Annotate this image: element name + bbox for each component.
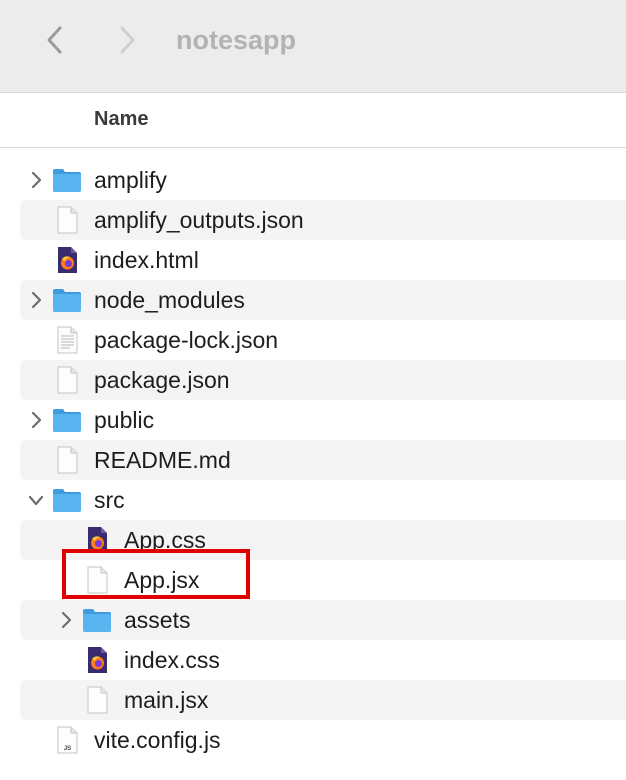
file-row[interactable]: App.css <box>20 520 626 560</box>
file-name: public <box>94 407 155 433</box>
toolbar: notesapp <box>0 0 626 93</box>
document-icon <box>52 366 82 394</box>
folder-icon <box>52 286 82 314</box>
file-row[interactable]: README.md <box>20 440 626 480</box>
file-row[interactable]: package-lock.json <box>0 320 626 360</box>
file-row[interactable]: App.jsx <box>0 560 626 600</box>
folder-row[interactable]: node_modules <box>20 280 626 320</box>
file-name: amplify <box>94 167 167 193</box>
folder-row[interactable]: assets <box>20 600 626 640</box>
folder-row[interactable]: src <box>0 480 626 520</box>
document-icon <box>82 566 112 594</box>
file-name: amplify_outputs.json <box>94 207 304 233</box>
folder-icon <box>82 606 112 634</box>
document-icon <box>52 446 82 474</box>
file-row[interactable]: index.html <box>0 240 626 280</box>
file-name: index.html <box>94 247 199 273</box>
chevron-right-icon[interactable] <box>29 291 43 309</box>
folder-row[interactable]: public <box>0 400 626 440</box>
file-row[interactable]: index.css <box>0 640 626 680</box>
folder-icon <box>52 406 82 434</box>
file-name: package-lock.json <box>94 327 279 353</box>
window-title: notesapp <box>176 25 297 55</box>
file-name: assets <box>124 607 191 633</box>
file-name: App.css <box>124 527 206 553</box>
file-row[interactable]: JS vite.config.js <box>0 720 626 760</box>
js-badge: JS <box>64 746 71 752</box>
chevron-right-icon[interactable] <box>29 411 43 429</box>
firefox-document-icon <box>52 246 82 274</box>
file-name: App.jsx <box>124 567 200 593</box>
file-row[interactable]: package.json <box>20 360 626 400</box>
file-row[interactable]: main.jsx <box>20 680 626 720</box>
folder-icon <box>52 486 82 514</box>
text-document-icon <box>52 326 82 354</box>
file-name: main.jsx <box>124 687 209 713</box>
file-name: src <box>94 487 125 513</box>
firefox-document-icon <box>82 646 112 674</box>
chevron-left-icon[interactable] <box>40 22 70 58</box>
chevron-down-icon[interactable] <box>28 491 44 509</box>
column-header: Name <box>0 93 626 148</box>
chevron-right-icon[interactable] <box>59 611 73 629</box>
firefox-document-icon <box>82 526 112 554</box>
folder-icon <box>52 166 82 194</box>
file-row[interactable]: amplify_outputs.json <box>20 200 626 240</box>
file-name: vite.config.js <box>94 727 221 753</box>
name-column-header[interactable]: Name <box>94 107 148 131</box>
javascript-document-icon: JS <box>52 726 82 754</box>
file-name: README.md <box>94 447 231 473</box>
file-name: index.css <box>124 647 220 673</box>
document-icon <box>52 206 82 234</box>
file-list: amplify amplify_outputs.json index.html nod… <box>0 160 626 760</box>
document-icon <box>82 686 112 714</box>
file-name: package.json <box>94 367 230 393</box>
folder-row[interactable]: amplify <box>0 160 626 200</box>
file-name: node_modules <box>94 287 245 313</box>
chevron-right-icon[interactable] <box>29 171 43 189</box>
chevron-right-icon[interactable] <box>112 22 142 58</box>
